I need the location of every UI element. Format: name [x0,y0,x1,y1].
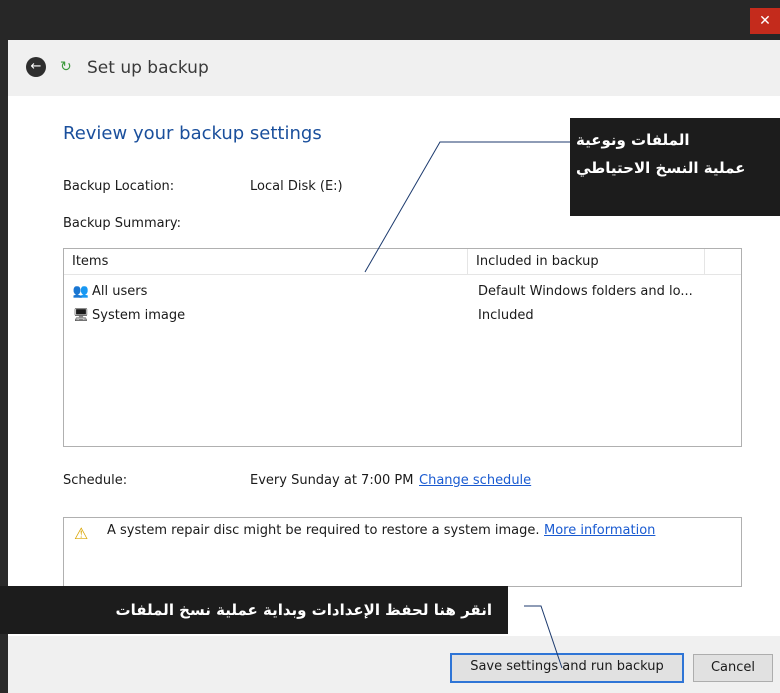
close-icon: ✕ [759,13,771,29]
column-header-items[interactable]: Items [64,249,468,275]
button-bar: Save settings and run backup Cancel [8,636,780,693]
system-image-icon: 🖥 [72,308,90,323]
backup-summary-label: Backup Summary: [63,216,182,231]
schedule-label: Schedule: [63,473,128,488]
more-information-link[interactable]: More information [544,523,655,538]
title-bar: ← ↻ Set up backup [8,40,780,96]
back-arrow-icon: ← [30,59,42,74]
cancel-button[interactable]: Cancel [693,654,773,682]
backup-app-icon: ↻ [60,59,72,75]
warning-text: A system repair disc might be required t… [107,523,540,538]
column-header-filler [705,249,741,275]
table-row[interactable]: 👥 All users [72,281,147,303]
window-frame [0,0,780,40]
row-item-label: System image [92,308,186,323]
row-included-value: Default Windows folders and lo... [478,284,693,299]
backup-location-label: Backup Location: [63,179,175,194]
callout-top-line1: الملفات ونوعية [576,131,690,149]
users-icon: 👥 [72,284,90,299]
schedule-value: Every Sunday at 7:00 PM [250,473,414,488]
backup-location-value: Local Disk (E:) [250,179,343,194]
back-button[interactable]: ← [26,57,46,77]
annotation-callout-top: الملفات ونوعية عملية النسخ الاحتياطي [570,118,780,216]
close-button[interactable]: ✕ [750,8,780,34]
column-header-included[interactable]: Included in backup [468,249,705,275]
section-heading: Review your backup settings [63,123,322,144]
row-item-label: All users [92,284,148,299]
warning-icon: ⚠ [74,524,89,543]
table-row[interactable]: 🖥 System image [72,305,185,327]
change-schedule-link[interactable]: Change schedule [419,473,531,488]
annotation-callout-bottom: انقر هنا لحفظ الإعدادات وبداية عملية نسخ… [0,586,508,634]
row-included-value: Included [478,308,534,323]
backup-summary-list[interactable]: Items Included in backup 👥 All users Defa… [63,248,742,447]
warning-panel: ⚠ A system repair disc might be required… [63,517,742,587]
callout-top-line2: عملية النسخ الاحتياطي [576,159,746,177]
page-title: Set up backup [87,58,209,78]
save-and-run-button[interactable]: Save settings and run backup [450,653,684,683]
